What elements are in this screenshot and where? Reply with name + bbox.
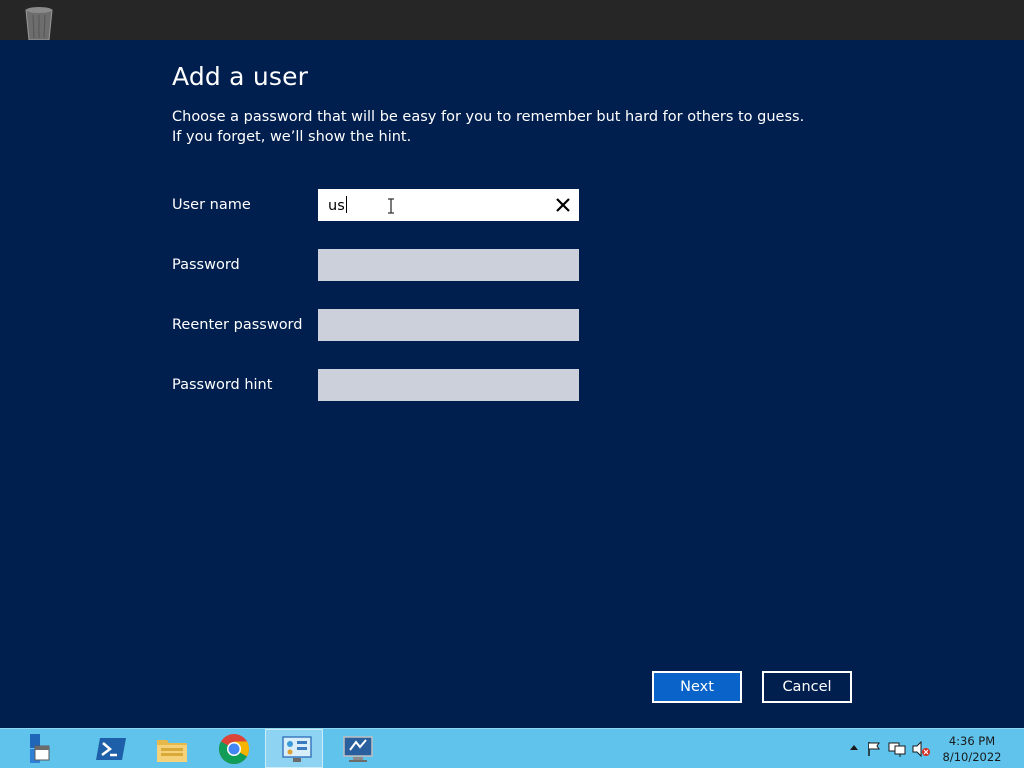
taskbar-clock[interactable]: 4:36 PM 8/10/2022 (942, 733, 1002, 765)
network-icon[interactable] (888, 741, 906, 757)
taskbar-item-remote-desktop[interactable] (327, 729, 385, 768)
action-center-flag-icon[interactable] (866, 741, 882, 757)
dialog-title: Add a user (172, 62, 309, 91)
taskbar-item-file-explorer[interactable] (141, 729, 199, 768)
remote-desktop-icon (343, 736, 373, 762)
taskbar-item-server-manager[interactable] (2, 729, 60, 768)
clock-date: 8/10/2022 (942, 750, 1002, 764)
add-user-dialog: Add a user Choose a password that will b… (0, 40, 1024, 728)
taskbar: 4:36 PM 8/10/2022 (0, 728, 1024, 768)
show-hidden-icons-arrow[interactable] (850, 744, 858, 750)
password-input[interactable] (318, 249, 579, 281)
desktop-background (0, 0, 1024, 40)
reenter-password-input[interactable] (318, 309, 579, 341)
next-button[interactable]: Next (652, 671, 742, 703)
server-manager-icon (30, 734, 50, 763)
clear-text-icon[interactable] (555, 197, 571, 213)
taskbar-item-control-panel[interactable] (265, 729, 323, 768)
screen: Add a user Choose a password that will b… (0, 0, 1024, 768)
system-tray: 4:36 PM 8/10/2022 (824, 729, 1024, 768)
cancel-button[interactable]: Cancel (762, 671, 852, 703)
clock-time: 4:36 PM (948, 734, 996, 748)
username-label: User name (172, 197, 251, 213)
password-hint-input[interactable] (318, 369, 579, 401)
recycle-bin-icon[interactable] (20, 6, 58, 40)
password-hint-label: Password hint (172, 377, 273, 393)
control-panel-icon (282, 736, 312, 762)
ibeam-cursor-icon (388, 198, 394, 214)
reenter-password-label: Reenter password (172, 317, 303, 333)
username-input-text: us (328, 196, 347, 214)
file-explorer-icon (157, 740, 187, 762)
username-input[interactable]: us (318, 189, 579, 221)
password-label: Password (172, 257, 240, 273)
dialog-description: Choose a password that will be easy for … (172, 109, 805, 145)
chrome-icon (218, 734, 250, 765)
taskbar-item-powershell[interactable] (80, 729, 138, 768)
text-caret (345, 196, 347, 213)
powershell-icon (96, 738, 126, 760)
taskbar-item-chrome[interactable] (203, 729, 261, 768)
volume-muted-icon[interactable] (912, 741, 930, 757)
